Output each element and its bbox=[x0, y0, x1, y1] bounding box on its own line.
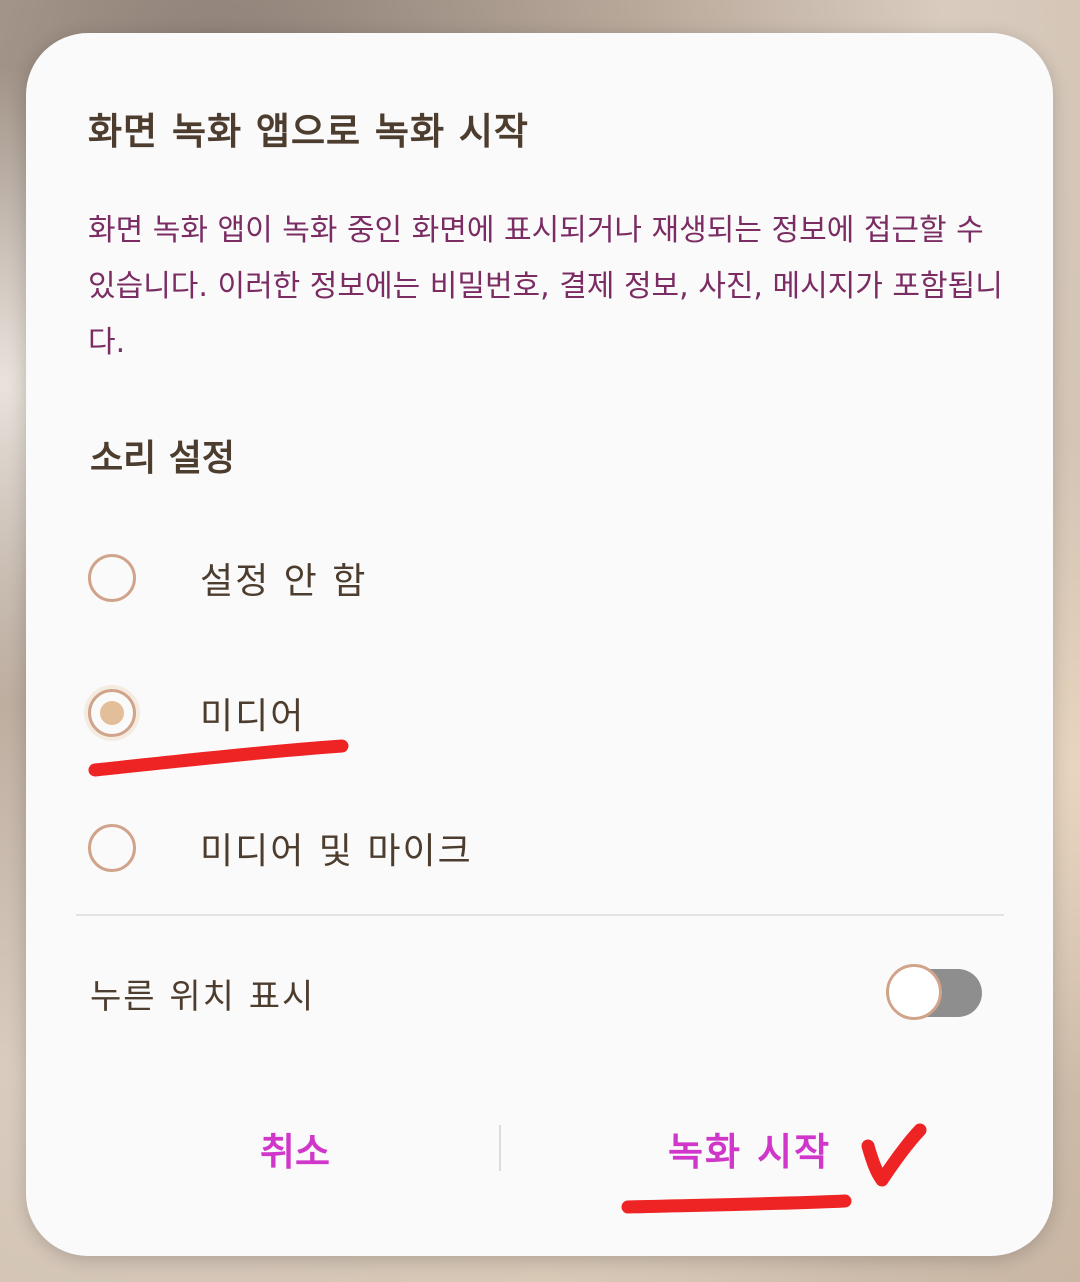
radio-button-selected[interactable] bbox=[88, 689, 136, 737]
show-touches-label: 누른 위치 표시 bbox=[90, 976, 316, 1017]
cancel-button[interactable]: 취소 bbox=[254, 1113, 336, 1183]
dialog-buttons: 취소 녹화 시작 bbox=[26, 1113, 1053, 1183]
dialog-title: 화면 녹화 앱으로 녹화 시작 bbox=[88, 110, 529, 153]
radio-button[interactable] bbox=[88, 554, 136, 602]
dialog-description: 화면 녹화 앱이 녹화 중인 화면에 표시되거나 재생되는 정보에 접근할 수 … bbox=[88, 213, 1003, 360]
button-divider bbox=[499, 1125, 501, 1171]
screen-recording-dialog: 화면 녹화 앱으로 녹화 시작 화면 녹화 앱이 녹화 중인 화면에 표시되거나… bbox=[26, 33, 1053, 1256]
show-touches-row[interactable]: 누른 위치 표시 bbox=[90, 958, 982, 1028]
divider bbox=[76, 914, 1004, 916]
start-recording-button[interactable]: 녹화 시작 bbox=[662, 1113, 837, 1183]
sound-option-label: 미디어 및 마이크 bbox=[200, 831, 473, 872]
sound-option-none[interactable]: 설정 안 함 bbox=[86, 548, 686, 608]
toggle-thumb bbox=[886, 964, 942, 1020]
sound-option-label: 설정 안 함 bbox=[200, 561, 368, 602]
show-touches-toggle[interactable] bbox=[886, 964, 982, 1020]
sound-option-label: 미디어 bbox=[200, 696, 306, 737]
sound-settings-heading: 소리 설정 bbox=[90, 438, 236, 479]
radio-button[interactable] bbox=[88, 824, 136, 872]
sound-option-media-mic[interactable]: 미디어 및 마이크 bbox=[86, 818, 686, 878]
sound-option-media[interactable]: 미디어 bbox=[86, 683, 686, 743]
